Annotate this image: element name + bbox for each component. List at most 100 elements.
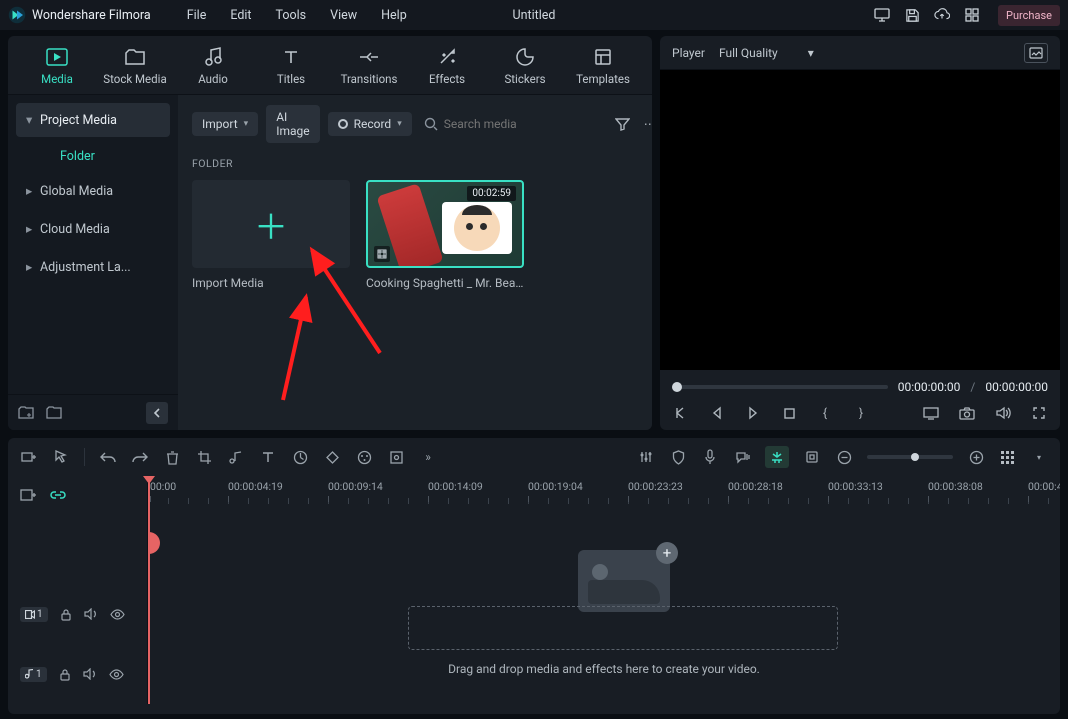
time-ruler[interactable]: 00:00 00:00:04:19 00:00:09:14 00:00:14:0… — [148, 476, 1060, 514]
tab-templates[interactable]: Templates — [564, 46, 642, 86]
new-folder-icon[interactable] — [46, 406, 62, 420]
color-icon[interactable] — [355, 448, 373, 466]
more-icon[interactable]: ⋯ — [641, 114, 652, 134]
visibility-icon[interactable] — [110, 609, 125, 620]
camera-icon[interactable] — [958, 404, 976, 422]
clip-duration-badge: 00:02:59 — [467, 186, 516, 201]
shield-icon[interactable] — [669, 448, 687, 466]
zoom-in-icon[interactable] — [967, 448, 985, 466]
select-tool-icon[interactable] — [52, 448, 70, 466]
speed-icon[interactable] — [291, 448, 309, 466]
player-panel: Player Full Quality▾ 00:00:00:00 / 00:00… — [660, 36, 1060, 430]
menu-view[interactable]: View — [330, 8, 357, 23]
project-title: Untitled — [513, 8, 556, 23]
redo-icon[interactable] — [131, 448, 149, 466]
tracking-icon[interactable] — [387, 448, 405, 466]
playhead[interactable] — [148, 476, 150, 704]
sidebar-item-adjustment-layer[interactable]: ▸Adjustment La... — [16, 250, 170, 284]
sidebar-item-cloud-media[interactable]: ▸Cloud Media — [16, 212, 170, 246]
menu-file[interactable]: File — [187, 8, 207, 23]
quality-label: Full Quality — [719, 46, 778, 60]
import-label: Import — [202, 117, 238, 131]
play-icon[interactable] — [744, 404, 762, 422]
mark-in-icon[interactable]: { — [816, 404, 834, 422]
cloud-upload-icon[interactable] — [934, 7, 950, 23]
record-dropdown[interactable]: Record▾ — [328, 112, 412, 136]
zoom-out-icon[interactable] — [835, 448, 853, 466]
more-tools-icon[interactable]: » — [419, 448, 437, 466]
tab-media[interactable]: Media — [18, 46, 96, 86]
collapse-sidebar-button[interactable] — [146, 402, 168, 424]
link-tracks-icon[interactable] — [50, 488, 66, 502]
media-icon — [46, 46, 68, 68]
time-current: 00:00:00:00 — [898, 380, 961, 394]
voice-icon[interactable] — [733, 448, 751, 466]
tab-audio[interactable]: Audio — [174, 46, 252, 86]
search-input[interactable] — [444, 117, 600, 131]
player-viewport[interactable] — [660, 70, 1060, 370]
add-media-track-icon[interactable] — [20, 488, 36, 502]
prev-frame-icon[interactable] — [672, 404, 690, 422]
chevron-down-icon[interactable]: ▾ — [1030, 448, 1048, 466]
import-dropdown[interactable]: Import▾ — [192, 112, 258, 136]
zoom-slider[interactable] — [867, 455, 953, 459]
stickers-icon — [514, 46, 536, 68]
audio-detach-icon[interactable] — [227, 448, 245, 466]
new-bin-icon[interactable] — [18, 406, 34, 420]
text-tool-icon[interactable] — [259, 448, 277, 466]
tab-titles[interactable]: Titles — [252, 46, 330, 86]
ai-image-button[interactable]: AI Image — [266, 105, 319, 143]
fullscreen-icon[interactable] — [1030, 404, 1048, 422]
purchase-button[interactable]: Purchase — [998, 5, 1060, 26]
import-media-thumb[interactable]: ＋ — [192, 180, 350, 268]
add-track-icon[interactable] — [20, 448, 38, 466]
keyframe-icon[interactable] — [323, 448, 341, 466]
undo-icon[interactable] — [99, 448, 117, 466]
video-track-num: 1 — [37, 609, 43, 620]
ruler-tick: 00:00:38:08 — [928, 480, 983, 493]
media-clip-card[interactable]: 00:02:59 Cooking Spaghetti _ Mr. Bea... — [366, 180, 524, 290]
mute-track-icon[interactable] — [84, 608, 98, 620]
display-icon[interactable] — [922, 404, 940, 422]
drop-media-placeholder[interactable]: + — [578, 550, 670, 612]
tab-stock-media[interactable]: Stock Media — [96, 46, 174, 86]
play-backward-icon[interactable] — [708, 404, 726, 422]
clip-thumbnail[interactable]: 00:02:59 — [366, 180, 524, 268]
view-options-icon[interactable] — [999, 451, 1016, 464]
drop-zone[interactable] — [408, 606, 838, 650]
mixer-icon[interactable] — [637, 448, 655, 466]
delete-icon[interactable] — [163, 448, 181, 466]
sidebar-item-folder[interactable]: Folder — [16, 141, 170, 174]
mic-icon[interactable] — [701, 448, 719, 466]
crop-icon[interactable] — [195, 448, 213, 466]
monitor-icon[interactable] — [874, 7, 890, 23]
import-media-card[interactable]: ＋ Import Media — [192, 180, 350, 290]
tab-transitions[interactable]: Transitions — [330, 46, 408, 86]
playback-progress[interactable] — [672, 385, 888, 389]
menu-help[interactable]: Help — [381, 8, 407, 23]
snapshot-button[interactable] — [1024, 43, 1048, 63]
marker-icon[interactable] — [803, 448, 821, 466]
stop-icon[interactable] — [780, 404, 798, 422]
apps-icon[interactable] — [964, 7, 980, 23]
menu-tools[interactable]: Tools — [276, 8, 307, 23]
save-icon[interactable] — [904, 7, 920, 23]
mute-track-icon[interactable] — [83, 668, 97, 680]
lock-track-icon[interactable] — [59, 668, 71, 681]
visibility-icon[interactable] — [109, 669, 124, 680]
chevron-right-icon: ▸ — [26, 221, 34, 237]
mark-out-icon[interactable]: } — [852, 404, 870, 422]
lock-track-icon[interactable] — [60, 608, 72, 621]
menu-edit[interactable]: Edit — [230, 8, 251, 23]
quality-dropdown[interactable]: Full Quality▾ — [719, 46, 814, 60]
timeline-tracks-area[interactable]: 00:00 00:00:04:19 00:00:09:14 00:00:14:0… — [148, 476, 1060, 704]
volume-icon[interactable] — [994, 404, 1012, 422]
magnet-snap-button[interactable] — [765, 446, 789, 468]
sidebar-item-project-media[interactable]: ▾Project Media — [16, 103, 170, 137]
tab-effects[interactable]: Effects — [408, 46, 486, 86]
tab-stickers[interactable]: Stickers — [486, 46, 564, 86]
ruler-tick: 00:00:04:19 — [228, 480, 283, 493]
plus-icon: + — [656, 542, 678, 564]
filter-icon[interactable] — [612, 114, 633, 134]
sidebar-item-global-media[interactable]: ▸Global Media — [16, 174, 170, 208]
